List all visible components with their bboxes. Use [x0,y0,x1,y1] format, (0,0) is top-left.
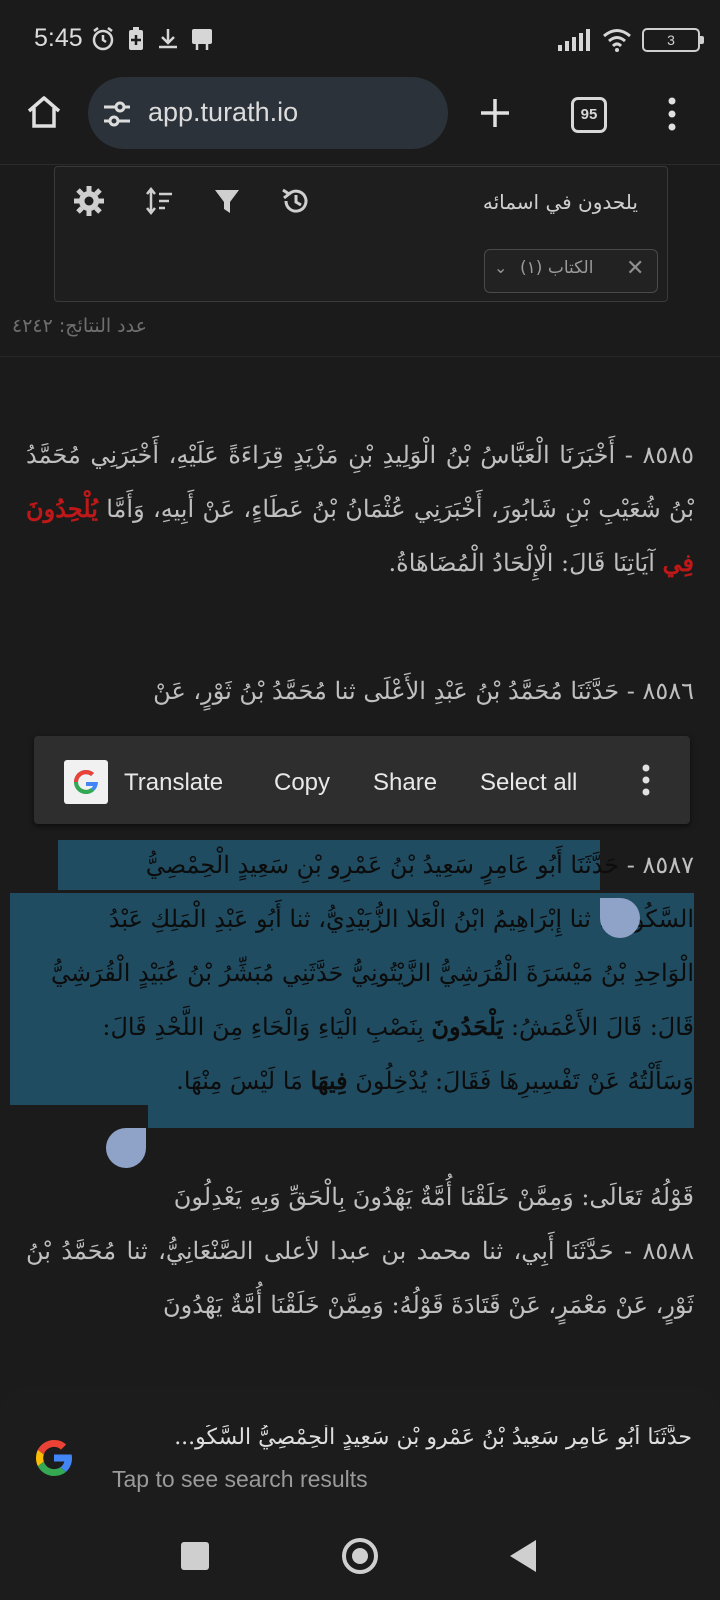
url-text[interactable]: app.turath.io [148,97,298,128]
select-all-menu-item[interactable]: Select all [480,769,577,797]
status-time: 5:45 [34,24,83,52]
notification-icon [192,29,212,50]
selection-start-handle[interactable] [600,898,640,938]
hadith-8586: ٨٥٨٦ - حَدَّثَنَا مُحَمَّدُ بْنُ عَبْدِ … [153,677,694,705]
search-tools [72,184,312,218]
selected-text-preview[interactable]: حدَّثَنَا أَبُو عَامِرٍ سَعِيدُ بْنُ عَم… [112,1425,692,1450]
copy-menu-item[interactable]: Copy [274,769,330,797]
home-icon[interactable] [24,92,64,132]
menu-icon[interactable] [666,96,678,132]
selection-end-handle[interactable] [106,1128,146,1168]
filter-chip-label: الكتاب (١) [520,258,594,278]
tabs-icon[interactable]: 95 [571,97,607,133]
search-results-hint[interactable]: Tap to see search results [112,1466,368,1493]
google-icon [36,1440,72,1476]
new-tab-icon[interactable] [478,96,512,130]
content-divider [0,356,720,357]
more-options-icon[interactable] [640,762,652,798]
battery-saver-icon [129,27,143,50]
hadith-8588: ٨٥٨٨ - حَدَّثَنَا أَبِي، ثنا محمد بن عبد… [26,1237,694,1319]
chip-close-icon[interactable]: ✕ [626,256,644,281]
google-translate-icon [64,760,108,804]
toolbar-divider [0,164,720,165]
hadith-8587[interactable]: ٨٥٨٧ - حَدَّثَنَا أَبُو عَامِرٍ سَعِيدُ … [26,838,694,1108]
search-input[interactable]: يلحدون في اسمائه [483,190,638,214]
result-count: عدد النتائج: ٤٢٤٢ [12,315,147,337]
status-icons-right: 3 [558,28,704,52]
recents-icon[interactable] [181,1542,209,1570]
filter-icon[interactable] [212,186,242,216]
history-icon[interactable] [280,185,312,217]
verse-heading: قَوْلُهُ تَعَالَى: وَمِمَّنْ خَلَقْنَا أ… [173,1183,694,1211]
status-icons-left [90,26,214,52]
settings-icon[interactable] [72,184,106,218]
battery-icon: 3 [642,28,704,52]
site-settings-icon[interactable] [102,100,132,128]
alarm-icon [92,27,114,51]
translate-menu-item[interactable]: Translate [124,769,223,797]
share-menu-item[interactable]: Share [373,769,437,797]
home-circle-icon[interactable] [340,1536,380,1576]
chevron-down-icon[interactable]: ⌄ [494,258,507,277]
wifi-icon [603,29,631,52]
hadith-8585: ٨٥٨٥ - أَخْبَرَنَا الْعَبَّاسُ بْنُ الْو… [26,441,695,577]
download-icon [159,29,177,49]
signal-icon [558,29,590,51]
sort-icon[interactable] [144,186,174,216]
back-icon[interactable] [508,1538,538,1574]
